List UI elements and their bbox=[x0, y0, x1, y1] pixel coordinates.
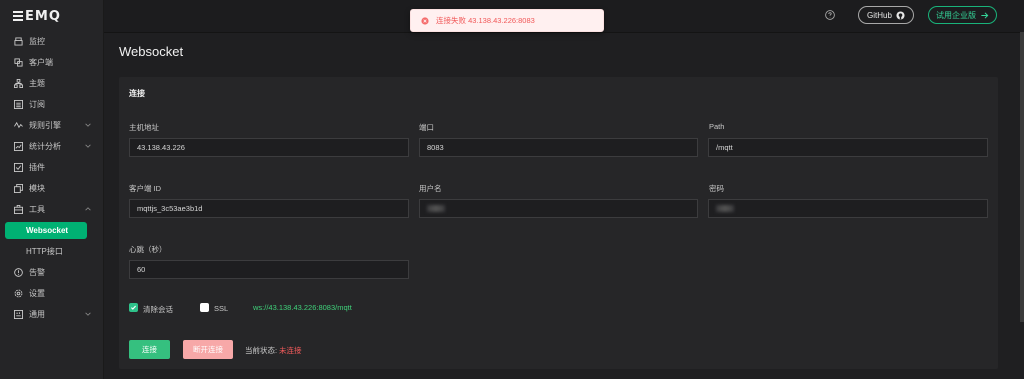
logo-mark-icon bbox=[13, 9, 23, 23]
connection-card: 连接 主机地址 43.138.43.226 端口 8083 Path /mqtt… bbox=[119, 77, 998, 369]
keepalive-input[interactable]: 60 bbox=[129, 260, 409, 279]
client-id-input[interactable]: mqttjs_3c53ae3b1d bbox=[129, 199, 409, 218]
port-value: 8083 bbox=[427, 143, 444, 152]
arrow-right-icon bbox=[981, 11, 989, 19]
path-value: /mqtt bbox=[716, 143, 733, 152]
logo-text: EMQ bbox=[25, 8, 61, 24]
emq-logo[interactable]: EMQ bbox=[13, 8, 61, 24]
error-toast: 连接失败 43.138.43.226:8083 bbox=[410, 9, 604, 32]
sidebar-item-subscriptions[interactable]: 订阅 bbox=[0, 94, 103, 115]
alarm-icon bbox=[14, 268, 23, 277]
port-input[interactable]: 8083 bbox=[419, 138, 698, 157]
sidebar-item-label: 订阅 bbox=[29, 100, 45, 109]
redacted-password bbox=[716, 205, 734, 212]
sidebar-item-settings[interactable]: 设置 bbox=[0, 283, 103, 304]
sidebar-item-label: 规则引擎 bbox=[29, 121, 61, 130]
path-label: Path bbox=[709, 122, 725, 131]
chevron-down-icon bbox=[85, 312, 91, 316]
sidebar-item-label: 设置 bbox=[29, 289, 45, 298]
chevron-down-icon bbox=[85, 144, 91, 148]
monitor-icon bbox=[14, 37, 23, 46]
sidebar-item-clients[interactable]: 客户端 bbox=[0, 52, 103, 73]
sidebar-item-label: 插件 bbox=[29, 163, 45, 172]
sidebar-item-label: Websocket bbox=[5, 222, 87, 239]
sidebar-item-label: 主题 bbox=[29, 79, 45, 88]
analytics-icon bbox=[14, 142, 23, 151]
sidebar-item-monitor[interactable]: 监控 bbox=[0, 31, 103, 52]
ssl-checkbox[interactable] bbox=[200, 303, 209, 312]
password-label: 密码 bbox=[709, 184, 724, 193]
path-input[interactable]: /mqtt bbox=[708, 138, 988, 157]
host-label: 主机地址 bbox=[129, 123, 159, 132]
plugins-icon bbox=[14, 163, 23, 172]
github-button-label: GitHub bbox=[867, 10, 892, 20]
sidebar-item-general[interactable]: 通用 bbox=[0, 304, 103, 325]
connect-button[interactable]: 连接 bbox=[129, 340, 170, 359]
clean-session-label: 清除会话 bbox=[143, 305, 173, 314]
tools-icon bbox=[14, 205, 23, 214]
clients-icon bbox=[14, 58, 23, 67]
redacted-username bbox=[427, 205, 445, 212]
sidebar-item-tools[interactable]: 工具 bbox=[0, 199, 103, 220]
github-icon bbox=[896, 10, 905, 20]
sidebar-item-label: HTTP接口 bbox=[26, 247, 63, 256]
subscriptions-icon bbox=[14, 100, 23, 109]
sidebar-item-websocket[interactable]: Websocket bbox=[0, 220, 103, 241]
sidebar-item-label: 通用 bbox=[29, 310, 45, 319]
host-value: 43.138.43.226 bbox=[137, 143, 185, 152]
password-input[interactable] bbox=[708, 199, 988, 218]
sidebar-item-alarm[interactable]: 告警 bbox=[0, 262, 103, 283]
modules-icon bbox=[14, 184, 23, 193]
scrollbar[interactable] bbox=[1020, 32, 1024, 322]
trial-button-label: 试用企业版 bbox=[936, 10, 976, 20]
username-label: 用户名 bbox=[419, 184, 442, 193]
github-button[interactable]: GitHub bbox=[858, 6, 914, 24]
sidebar-item-analytics[interactable]: 统计分析 bbox=[0, 136, 103, 157]
clean-session-checkbox[interactable] bbox=[129, 303, 138, 312]
status-label: 当前状态: bbox=[245, 346, 278, 355]
username-input[interactable] bbox=[419, 199, 698, 218]
help-icon[interactable] bbox=[825, 10, 835, 20]
host-input[interactable]: 43.138.43.226 bbox=[129, 138, 409, 157]
toast-message: 连接失败 43.138.43.226:8083 bbox=[436, 16, 535, 25]
sidebar-item-plugins[interactable]: 插件 bbox=[0, 157, 103, 178]
sidebar-item-label: 模块 bbox=[29, 184, 45, 193]
error-circle-icon bbox=[421, 16, 429, 25]
status-value: 未连接 bbox=[279, 346, 302, 355]
client-id-label: 客户端 ID bbox=[129, 184, 162, 193]
sidebar-nav: 监控 客户端 主题 订阅 规则引擎 统计分析 插件 模块 工具 Websocke… bbox=[0, 31, 103, 325]
chevron-down-icon bbox=[85, 123, 91, 127]
sidebar-item-label: 告警 bbox=[29, 268, 45, 277]
sidebar-item-topics[interactable]: 主题 bbox=[0, 73, 103, 94]
sidebar: EMQ 监控 客户端 主题 订阅 规则引擎 统计分析 插件 模块 工具 Webs… bbox=[0, 0, 104, 379]
client-id-value: mqttjs_3c53ae3b1d bbox=[137, 204, 203, 213]
check-icon bbox=[131, 305, 137, 310]
keepalive-label: 心跳（秒） bbox=[129, 245, 167, 254]
sidebar-item-label: 监控 bbox=[29, 37, 45, 46]
disconnect-button[interactable]: 断开连接 bbox=[183, 340, 233, 359]
rule-engine-icon bbox=[14, 121, 23, 130]
general-icon bbox=[14, 310, 23, 319]
sidebar-item-label: 统计分析 bbox=[29, 142, 61, 151]
websocket-url: ws://43.138.43.226:8083/mqtt bbox=[253, 303, 352, 312]
section-title: 连接 bbox=[129, 89, 145, 98]
ssl-label: SSL bbox=[214, 304, 229, 313]
topics-icon bbox=[14, 79, 23, 88]
settings-icon bbox=[14, 289, 23, 298]
port-label: 端口 bbox=[419, 123, 434, 132]
chevron-up-icon bbox=[85, 207, 91, 211]
page-title: Websocket bbox=[119, 44, 184, 59]
sidebar-item-http-api[interactable]: HTTP接口 bbox=[0, 241, 103, 262]
sidebar-item-rule-engine[interactable]: 规则引擎 bbox=[0, 115, 103, 136]
enterprise-trial-button[interactable]: 试用企业版 bbox=[928, 6, 997, 24]
sidebar-item-label: 客户端 bbox=[29, 58, 53, 67]
sidebar-item-modules[interactable]: 模块 bbox=[0, 178, 103, 199]
keepalive-value: 60 bbox=[137, 265, 146, 274]
sidebar-item-label: 工具 bbox=[29, 205, 45, 214]
